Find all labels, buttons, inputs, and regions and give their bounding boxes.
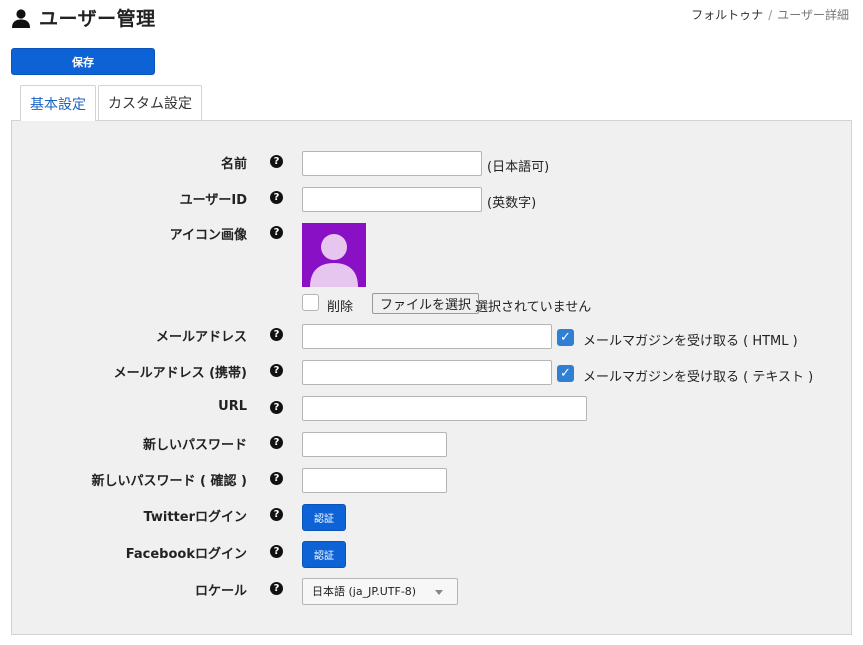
breadcrumb-separator: /: [768, 8, 773, 22]
new-password-label: 新しいパスワード: [142, 438, 247, 453]
help-icon[interactable]: ?: [270, 545, 283, 558]
tab-basic-settings[interactable]: 基本設定: [20, 85, 96, 121]
new-password-input[interactable]: [302, 432, 447, 457]
email-input[interactable]: [302, 324, 552, 349]
new-password-confirm-input[interactable]: [302, 468, 447, 493]
help-icon[interactable]: ?: [270, 226, 283, 239]
help-icon[interactable]: ?: [270, 328, 283, 341]
breadcrumb-parent[interactable]: フォルトゥナ: [691, 8, 763, 22]
email-mobile-input[interactable]: [302, 360, 552, 385]
url-label: URL: [218, 399, 247, 414]
settings-panel: 名前 ? (日本語可) ユーザーID ? (英数字) アイコン画像 ? 削除 フ…: [11, 120, 852, 635]
facebook-login-label: Facebookログイン: [125, 547, 247, 562]
help-icon[interactable]: ?: [270, 508, 283, 521]
delete-label: 削除: [327, 300, 354, 315]
breadcrumb: フォルトゥナ / ユーザー詳細: [691, 6, 849, 23]
help-icon[interactable]: ?: [270, 582, 283, 595]
locale-selected-value: 日本語 (ja_JP.UTF-8): [312, 585, 417, 598]
tab-custom-settings[interactable]: カスタム設定: [98, 85, 202, 120]
newsletter-text-checkbox[interactable]: ✓: [557, 365, 574, 382]
chevron-down-icon: [435, 590, 443, 595]
user-id-input[interactable]: [302, 187, 482, 212]
tab-bar: 基本設定 カスタム設定: [20, 85, 204, 121]
file-status: 選択されていません: [475, 300, 592, 315]
help-icon[interactable]: ?: [270, 191, 283, 204]
user-id-label: ユーザーID: [179, 193, 247, 208]
newsletter-text-label: メールマガジンを受け取る ( テキスト ): [583, 370, 814, 385]
name-label: 名前: [220, 157, 247, 172]
email-label: メールアドレス: [155, 330, 247, 345]
url-input[interactable]: [302, 396, 587, 421]
help-icon[interactable]: ?: [270, 472, 283, 485]
help-icon[interactable]: ?: [270, 436, 283, 449]
email-mobile-label: メールアドレス (携帯): [113, 366, 247, 381]
twitter-auth-button[interactable]: 認証: [302, 504, 346, 531]
help-icon[interactable]: ?: [270, 155, 283, 168]
name-input[interactable]: [302, 151, 482, 176]
choose-file-button[interactable]: ファイルを選択: [372, 293, 480, 314]
help-icon[interactable]: ?: [270, 401, 283, 414]
delete-checkbox[interactable]: [302, 294, 319, 311]
user-icon: [12, 8, 30, 28]
page-header: ユーザー管理: [11, 4, 156, 31]
page-title: ユーザー管理: [39, 8, 156, 30]
name-note: (日本語可): [487, 160, 550, 175]
locale-select[interactable]: 日本語 (ja_JP.UTF-8): [302, 578, 458, 605]
new-password-confirm-label: 新しいパスワード ( 確認 ): [91, 474, 247, 489]
save-button[interactable]: 保存: [11, 48, 155, 75]
locale-label: ロケール: [194, 584, 247, 599]
help-icon[interactable]: ?: [270, 364, 283, 377]
avatar-placeholder-icon: [310, 234, 358, 287]
newsletter-html-checkbox[interactable]: ✓: [557, 329, 574, 346]
twitter-login-label: Twitterログイン: [143, 510, 247, 525]
facebook-auth-button[interactable]: 認証: [302, 541, 346, 568]
icon-image-label: アイコン画像: [169, 228, 247, 243]
user-id-note: (英数字): [487, 196, 537, 211]
avatar: [302, 223, 366, 287]
breadcrumb-current: ユーザー詳細: [777, 8, 849, 22]
newsletter-html-label: メールマガジンを受け取る ( HTML ): [583, 334, 798, 349]
